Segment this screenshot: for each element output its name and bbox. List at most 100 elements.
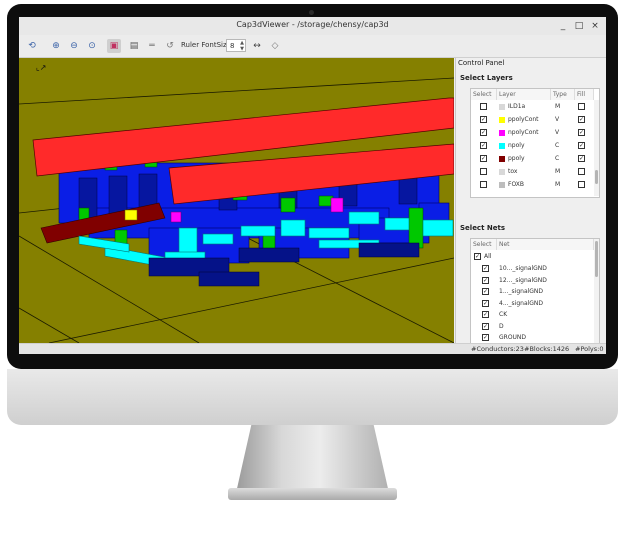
layer-row[interactable]: ✓ ppoly C ✓: [471, 153, 599, 165]
spin-arrows-icon[interactable]: ▲ ▼: [240, 40, 244, 52]
layer-select-checkbox[interactable]: ✓: [480, 116, 487, 123]
layer-select-checkbox[interactable]: [480, 168, 487, 175]
layer-name: ppoly: [508, 155, 525, 162]
camera-dot: [309, 10, 314, 15]
rotate-icon[interactable]: ↺: [163, 39, 177, 53]
layer-color-swatch: [499, 182, 505, 188]
layer-row[interactable]: ✓ npolyCont V ✓: [471, 127, 599, 139]
maximize-button[interactable]: □: [572, 19, 586, 33]
select-nets-title: Select Nets: [460, 224, 505, 232]
net-row[interactable]: ✓ 12..._signalGND: [471, 275, 599, 287]
net-row[interactable]: ✓ 4..._signalGND: [471, 298, 599, 310]
layers-header-fill[interactable]: Fill: [575, 89, 594, 100]
status-polys: #Polys:0: [575, 345, 604, 353]
net-row[interactable]: ✓ D: [471, 321, 599, 333]
layer-type: M: [555, 181, 561, 188]
layer-fill-checkbox[interactable]: ✓: [578, 129, 585, 136]
clipboard-icon[interactable]: ▤: [127, 39, 141, 53]
layer-row[interactable]: ✓ npoly C ✓: [471, 140, 599, 152]
layer-fill-checkbox[interactable]: ✓: [578, 116, 585, 123]
control-panel-title: Control Panel: [458, 59, 505, 67]
measure-icon[interactable]: ↔: [250, 39, 264, 53]
select-layers-title: Select Layers: [460, 74, 513, 82]
layer-color-swatch: [499, 169, 505, 175]
layer-fill-checkbox[interactable]: [578, 181, 585, 188]
zoom-in-icon[interactable]: ⊕: [49, 39, 63, 53]
layer-type: V: [555, 129, 560, 136]
net-select-checkbox[interactable]: ✓: [482, 288, 489, 295]
net-select-checkbox[interactable]: ✓: [482, 265, 489, 272]
layer-name: ppolyCont: [508, 116, 539, 123]
window-title: Cap3dViewer - /storage/chensy/cap3d: [236, 20, 389, 29]
app-window: Cap3dViewer - /storage/chensy/cap3d _ □ …: [19, 17, 606, 354]
eraser-icon[interactable]: ◇: [268, 39, 282, 53]
layers-icon[interactable]: ▣: [107, 39, 121, 53]
net-row[interactable]: ✓ 10..._signalGND: [471, 263, 599, 275]
net-select-checkbox[interactable]: ✓: [482, 311, 489, 318]
layer-fill-checkbox[interactable]: ✓: [578, 155, 585, 162]
layer-color-swatch: [499, 117, 505, 123]
monitor: Cap3dViewer - /storage/chensy/cap3d _ □ …: [0, 0, 625, 539]
net-row[interactable]: ✓ 1..._signalGND: [471, 286, 599, 298]
status-blocks: #Blocks:1426: [524, 345, 570, 353]
axis-indicator-icon: ⌞↗: [36, 63, 47, 72]
layers-scrollbar[interactable]: [594, 100, 599, 196]
net-select-checkbox[interactable]: ✓: [482, 276, 489, 284]
layers-header-type[interactable]: Type: [551, 89, 575, 100]
net-select-checkbox[interactable]: ✓: [482, 299, 489, 307]
open-icon[interactable]: ⟲: [25, 39, 39, 53]
layer-color-swatch: [499, 130, 505, 136]
layer-color-swatch: [499, 156, 505, 162]
nets-all-checkbox[interactable]: ✓: [474, 253, 481, 260]
nets-all-row[interactable]: ✓ All: [471, 251, 599, 263]
layer-row[interactable]: FOXB M: [471, 179, 599, 191]
nets-list: Select Net ✓ All ✓ 10..._signalGND ✓ 12..._…: [470, 238, 600, 344]
layer-row[interactable]: tox M: [471, 166, 599, 178]
monitor-foot: [228, 488, 397, 500]
close-button[interactable]: ×: [588, 19, 602, 33]
layer-select-checkbox[interactable]: [480, 103, 487, 110]
layer-type: M: [555, 103, 561, 110]
monitor-stand: [236, 425, 389, 493]
layer-fill-checkbox[interactable]: ✓: [578, 142, 585, 149]
net-row[interactable]: ✓ CK: [471, 309, 599, 321]
scene-render: [19, 77, 454, 343]
layers-list: Select Layer Type Fill ILD1a M ✓ ppolyCont V…: [470, 88, 600, 198]
zoom-fit-icon[interactable]: ⊙: [85, 39, 99, 53]
3d-viewport[interactable]: ⌞↗: [19, 58, 454, 343]
layer-select-checkbox[interactable]: ✓: [480, 155, 487, 162]
nets-scrollbar[interactable]: [594, 239, 599, 343]
layer-name: npolyCont: [508, 129, 539, 136]
net-name: 4..._signalGND: [499, 299, 544, 307]
net-select-checkbox[interactable]: ✓: [482, 322, 489, 330]
layer-name: npoly: [508, 142, 525, 149]
layer-select-checkbox[interactable]: ✓: [480, 142, 487, 149]
nets-header-net[interactable]: Net: [497, 239, 594, 250]
net-name: CK: [499, 311, 508, 318]
control-panel: Control Panel Select Layers Select Layer…: [455, 58, 606, 344]
layers-header-select[interactable]: Select: [471, 89, 497, 100]
net-name: 1..._signalGND: [499, 288, 544, 295]
net-name: D: [499, 322, 504, 330]
layer-color-swatch: [499, 143, 505, 149]
layer-row[interactable]: ✓ ppolyCont V ✓: [471, 114, 599, 126]
zoom-out-icon[interactable]: ⊖: [67, 39, 81, 53]
nets-header-select[interactable]: Select: [471, 239, 497, 250]
layer-type: C: [555, 155, 560, 162]
layer-type: M: [555, 168, 561, 175]
layer-name: tox: [508, 168, 518, 175]
layer-name: FOXB: [508, 181, 525, 188]
layer-fill-checkbox[interactable]: [578, 168, 585, 175]
minimize-button[interactable]: _: [556, 19, 570, 33]
ruler-fontsize-value: 8: [230, 42, 235, 50]
layers-header-layer[interactable]: Layer: [497, 89, 551, 100]
layer-select-checkbox[interactable]: ✓: [480, 129, 487, 136]
status-conductors: #Conductors:23: [471, 345, 524, 353]
ruler-icon[interactable]: ═: [145, 39, 159, 53]
layer-select-checkbox[interactable]: [480, 181, 487, 188]
layer-row[interactable]: ILD1a M: [471, 101, 599, 113]
layer-type: C: [555, 142, 560, 149]
ruler-fontsize-spinbox[interactable]: 8 ▲ ▼: [226, 39, 246, 52]
net-select-checkbox[interactable]: ✓: [482, 334, 489, 341]
layer-fill-checkbox[interactable]: [578, 103, 585, 110]
